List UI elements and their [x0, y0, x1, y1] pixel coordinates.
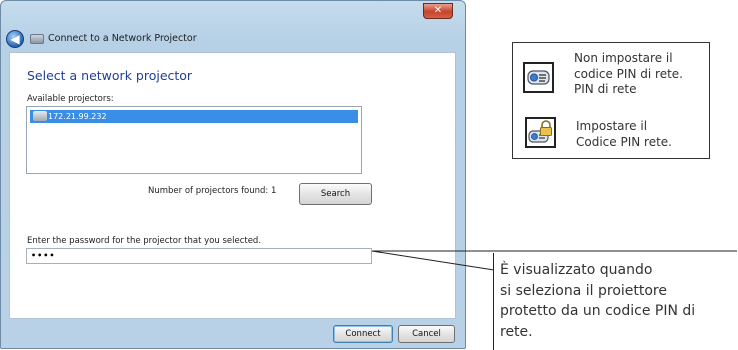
callout-note: È visualizzato quando si seleziona il pr…	[500, 260, 695, 342]
callout-line: protetto da un codice PIN di	[500, 303, 696, 319]
callout-line: rete.	[500, 323, 533, 340]
callout-line: È visualizzato quando	[500, 262, 653, 278]
callout-line: si seleziona il proiettore	[500, 282, 667, 299]
callout-divider	[493, 253, 494, 350]
